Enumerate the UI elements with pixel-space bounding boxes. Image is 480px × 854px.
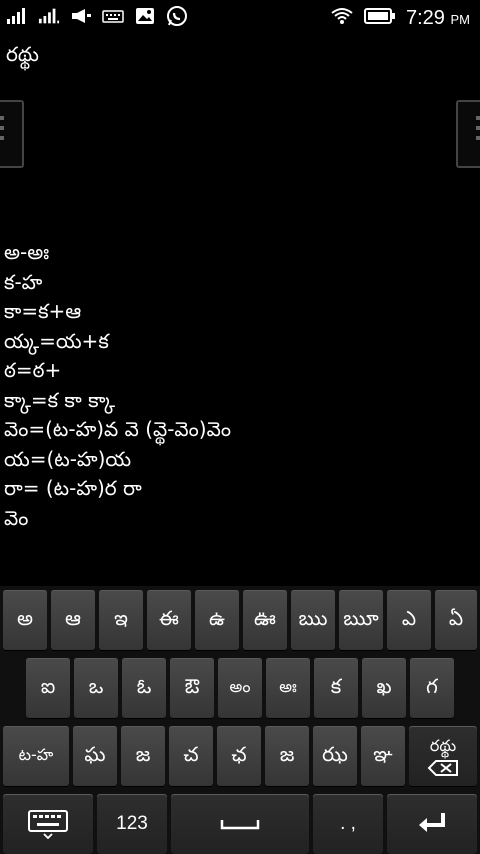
numbers-key[interactable]: 123 <box>97 794 167 854</box>
enter-icon <box>419 813 445 832</box>
key[interactable]: ఖ <box>362 658 406 718</box>
key[interactable]: ఐ <box>26 658 70 718</box>
text-line: ఠ=ఠ+ <box>4 358 62 382</box>
whatsapp-icon <box>166 6 188 26</box>
key[interactable]: ఝ <box>313 726 357 786</box>
keyboard-switch-key[interactable] <box>3 794 93 854</box>
wifi-icon <box>330 6 354 30</box>
punctuation-key[interactable]: . , <box>313 794 383 854</box>
image-icon <box>134 6 156 26</box>
signal-2-icon <box>38 6 60 26</box>
handle-grip-icon <box>476 116 480 146</box>
text-line: వెం=(ట-హ)వ వె (వ్థె-వెం)వెం <box>4 417 231 441</box>
key[interactable]: అం <box>218 658 262 718</box>
key[interactable]: ఉ <box>195 590 239 650</box>
keyboard-icon <box>28 810 68 839</box>
editor-text-area[interactable]: అ-అః క-హ కా=క+ఆ య్క=య+క ఠ=ఠ+ క్కా=క కా క… <box>4 238 231 533</box>
space-key[interactable] <box>171 794 309 854</box>
text-line: వెం <box>4 505 29 530</box>
backspace-icon <box>427 759 458 776</box>
telugu-keyboard: అ ఆ ఇ ఈ ఉ ఊ ఋ ౠ ఎ ఏ ఐ ఒ ఓ ఔ అం అః క ఖ గ … <box>0 586 480 854</box>
text-line: రా= (ట-హ)ర రా <box>4 476 142 500</box>
key[interactable]: ఓ <box>122 658 166 718</box>
text-line: య్క=య+క <box>4 328 109 353</box>
text-line: య=(ట-హ)య <box>4 446 132 471</box>
key[interactable]: ఋ <box>291 590 335 650</box>
key[interactable]: ఔ <box>170 658 214 718</box>
right-drawer-handle[interactable] <box>456 100 480 168</box>
text-line: కా=క+ఆ <box>4 299 82 323</box>
signal-1-icon <box>6 6 28 26</box>
key[interactable]: ఛ <box>217 726 261 786</box>
key[interactable]: ఊ <box>243 590 287 650</box>
key[interactable]: ఘ <box>73 726 117 786</box>
handle-grip-icon <box>0 116 4 146</box>
key[interactable]: ఎ <box>387 590 431 650</box>
key[interactable]: అః <box>266 658 310 718</box>
key[interactable]: ఞ <box>361 726 405 786</box>
key[interactable]: ట-హ <box>3 726 69 786</box>
key[interactable]: జ <box>121 726 165 786</box>
key[interactable]: చ <box>169 726 213 786</box>
backspace-key[interactable]: రథ్థు <box>409 726 477 786</box>
megaphone-icon <box>70 6 92 26</box>
left-drawer-handle[interactable] <box>0 100 24 168</box>
battery-icon <box>364 7 396 29</box>
space-icon <box>220 820 260 830</box>
key[interactable]: ఈ <box>147 590 191 650</box>
key[interactable]: ౠ <box>339 590 383 650</box>
key[interactable]: ఒ <box>74 658 118 718</box>
key[interactable]: జ <box>265 726 309 786</box>
enter-key[interactable] <box>387 794 477 854</box>
preview-text: రథ్థు <box>429 735 457 755</box>
text-line: క్కా=క కా క్కా <box>4 387 115 412</box>
key[interactable]: ఇ <box>99 590 143 650</box>
status-bar: 7:29 PM <box>0 0 480 36</box>
keyboard-icon <box>102 6 124 26</box>
text-line: అ-అః <box>4 240 50 264</box>
key[interactable]: అ <box>3 590 47 650</box>
key[interactable]: క <box>314 658 358 718</box>
key[interactable]: ఏ <box>435 590 477 650</box>
key[interactable]: గ <box>410 658 454 718</box>
editor-title: రథ్థు <box>6 42 39 66</box>
clock: 7:29 PM <box>406 6 470 29</box>
text-line: క-హ <box>4 269 43 294</box>
key[interactable]: ఆ <box>51 590 95 650</box>
